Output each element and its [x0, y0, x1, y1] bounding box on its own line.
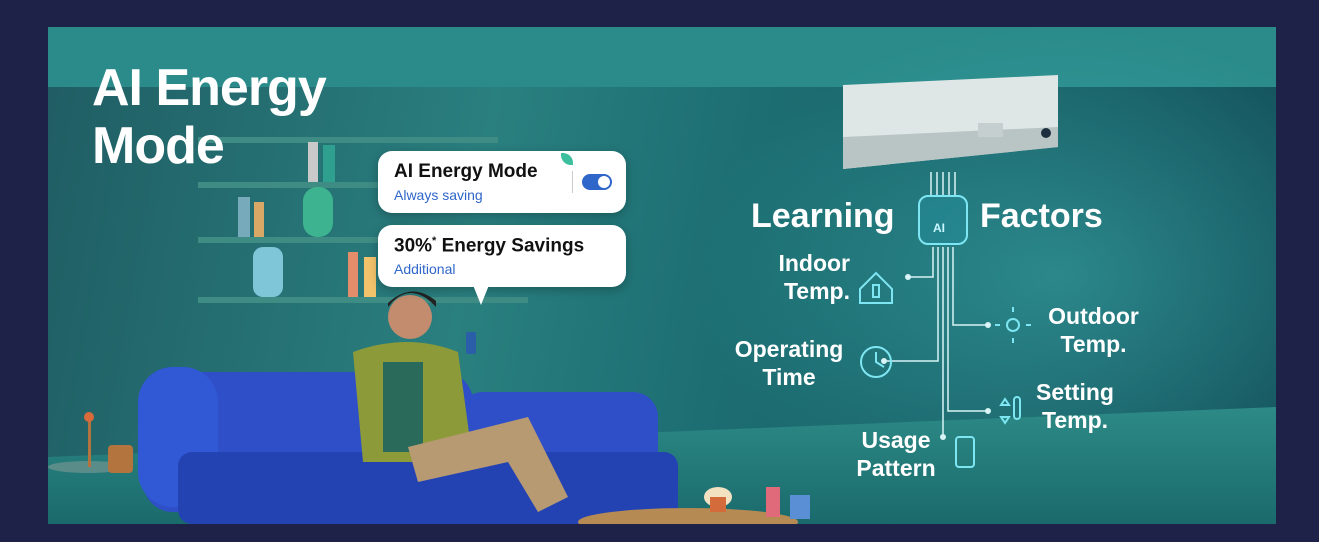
- factor-indoor-line2: Temp.: [783, 278, 850, 304]
- factor-setting-line1: Setting: [1036, 379, 1114, 405]
- factor-outdoor-line1: Outdoor: [1048, 303, 1139, 329]
- factor-indoor-temp: Indoor Temp.: [768, 249, 850, 305]
- factor-operating-time: Operating Time: [724, 335, 854, 391]
- ai-badge-text: AI: [933, 221, 945, 235]
- factor-setting-temp: Setting Temp.: [1030, 378, 1120, 434]
- factor-lines: [859, 172, 1031, 468]
- factor-outdoor-line2: Temp.: [1060, 331, 1127, 357]
- factor-setting-line2: Temp.: [1041, 407, 1109, 433]
- factor-operating-line1: Operating: [734, 336, 844, 362]
- learning-title: Learning: [751, 197, 895, 235]
- factor-usage-line1: Usage: [861, 427, 931, 453]
- banner-frame: AI Energy Mode AI Energy Mode Always sav…: [48, 27, 1276, 524]
- factor-outdoor-temp: Outdoor Temp.: [1041, 302, 1146, 358]
- factor-indoor-line1: Indoor: [778, 250, 850, 276]
- factors-title: Factors: [980, 197, 1103, 235]
- factor-usage-pattern: Usage Pattern: [848, 426, 944, 482]
- factor-operating-line2: Time: [762, 364, 816, 390]
- factor-usage-line2: Pattern: [856, 455, 936, 481]
- ai-brain-icon: AI: [918, 195, 968, 245]
